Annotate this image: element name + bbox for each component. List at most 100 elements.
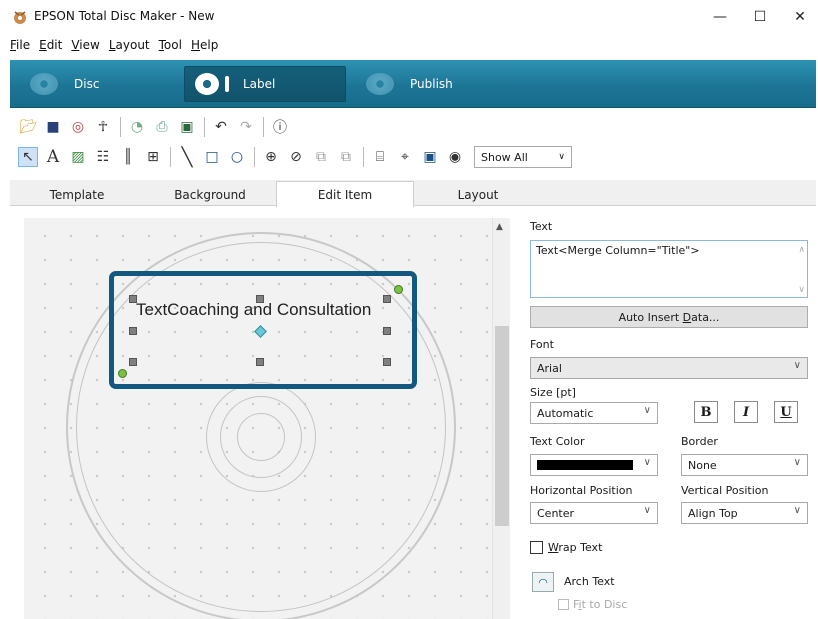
border-select[interactable]: None ∨ [681, 454, 808, 476]
auto-insert-data-button[interactable]: Auto Insert Data... [530, 306, 808, 328]
fit-to-disc-label: Fit to Disc [573, 598, 628, 611]
text-input[interactable]: Text<Merge Column="Title"> ∧ ∨ [530, 240, 808, 298]
printer-icon[interactable]: ⎙ [152, 117, 172, 137]
horizontal-position-label: Horizontal Position [530, 484, 633, 497]
fit-to-disc-checkbox[interactable] [558, 599, 569, 610]
distribute-icon[interactable]: ⊘ [286, 147, 306, 167]
text-item[interactable]: TextCoaching and Consultation [136, 300, 371, 320]
menu-edit[interactable]: Edit [39, 38, 62, 52]
underline-button[interactable]: U [774, 401, 798, 423]
disc-view-icon[interactable]: ◉ [445, 147, 465, 167]
close-button[interactable]: ✕ [786, 6, 814, 28]
chevron-down-icon: ∨ [643, 457, 651, 468]
align-icon[interactable]: ⊕ [261, 147, 281, 167]
canvas-vertical-scrollbar[interactable]: ▲ [492, 218, 510, 619]
export-icon[interactable]: ▣ [177, 117, 197, 137]
app-icon [14, 11, 26, 24]
toolbar-separator [204, 117, 205, 137]
toolbar-separator [254, 147, 255, 167]
size-select-value: Automatic [537, 406, 594, 420]
ellipse-tool-icon[interactable]: ○ [227, 147, 247, 167]
font-select[interactable]: Arial ∨ [530, 357, 808, 379]
frame-icon[interactable]: ▣ [420, 147, 440, 167]
text-tool-icon[interactable]: A [43, 147, 63, 167]
toolbar-separator [263, 117, 264, 137]
edit-item-panel: Text Text<Merge Column="Title"> ∧ ∨ Auto… [518, 210, 818, 619]
resize-handle-middle-left[interactable] [129, 327, 137, 335]
redo-icon[interactable]: ↷ [236, 117, 256, 137]
tab-background[interactable]: Background [144, 183, 276, 206]
settings-icon[interactable]: ☥ [93, 117, 113, 137]
rotate-handle-bottom[interactable] [118, 369, 127, 378]
rectangle-tool-icon[interactable]: □ [202, 147, 222, 167]
horizontal-position-select[interactable]: Center ∨ [530, 502, 658, 524]
text-color-select[interactable]: ∨ [530, 454, 658, 476]
label-canvas[interactable]: TextCoaching and Consultation [24, 218, 492, 619]
label-disc-icon [195, 73, 219, 95]
maximize-button[interactable]: ☐ [746, 6, 774, 28]
tab-template[interactable]: Template [10, 183, 144, 206]
resize-handle-bottom-left[interactable] [129, 358, 137, 366]
font-select-value: Arial [537, 361, 562, 375]
font-label: Font [530, 338, 554, 351]
show-all-dropdown[interactable]: Show All ∨ [474, 146, 572, 168]
resize-handle-top-center[interactable] [256, 295, 264, 303]
save-icon[interactable]: ■ [43, 117, 63, 137]
bring-front-icon[interactable]: ⧉ [311, 147, 331, 167]
arch-text-icon[interactable]: ◠ [532, 572, 554, 592]
resize-handle-bottom-center[interactable] [256, 358, 264, 366]
line-tool-icon[interactable]: ╲ [177, 147, 197, 168]
text-input-value: Text<Merge Column="Title"> [536, 244, 700, 257]
toolbar-separator [170, 147, 171, 167]
help-icon[interactable]: ⓘ [270, 117, 290, 137]
resize-handle-top-right[interactable] [383, 295, 391, 303]
wrap-text-checkbox[interactable] [530, 541, 543, 554]
menu-tool[interactable]: Tool [159, 38, 182, 52]
vertical-position-label: Vertical Position [681, 484, 769, 497]
undo-icon[interactable]: ↶ [211, 117, 231, 137]
pen-icon [225, 76, 229, 92]
size-label: Size [pt] [530, 386, 576, 399]
chevron-down-icon: ∨ [643, 505, 651, 516]
size-select[interactable]: Automatic ∨ [530, 402, 658, 424]
tab-layout[interactable]: Layout [414, 183, 542, 206]
disc-print-icon[interactable]: ◔ [127, 117, 147, 137]
tab-bar: Template Background Edit Item Layout [10, 180, 816, 207]
qr-code-icon[interactable]: ☷ [93, 147, 113, 167]
open-icon[interactable]: 📂︎ [18, 117, 38, 137]
bold-button[interactable]: B [694, 401, 718, 423]
table-icon[interactable]: ⊞ [143, 147, 163, 167]
rotate-handle-top[interactable] [394, 285, 403, 294]
mode-disc-button[interactable]: Disc [30, 60, 99, 108]
tab-edit-item[interactable]: Edit Item [276, 181, 414, 207]
image-tool-icon[interactable]: ▨ [68, 147, 88, 167]
resize-handle-top-left[interactable] [129, 295, 137, 303]
mode-publish-button[interactable]: Publish [366, 60, 453, 108]
chevron-down-icon: ∨ [643, 405, 651, 416]
send-back-icon[interactable]: ⧉ [336, 147, 356, 167]
wrap-text-label[interactable]: Wrap Text [548, 541, 602, 554]
scroll-down-icon: ∨ [798, 285, 805, 295]
scroll-up-arrow-icon[interactable]: ▲ [496, 222, 503, 232]
barcode-icon[interactable]: ║ [118, 147, 138, 167]
menu-view[interactable]: View [71, 38, 99, 52]
vertical-position-select[interactable]: Align Top ∨ [681, 502, 808, 524]
resize-handle-middle-right[interactable] [383, 327, 391, 335]
menu-file[interactable]: File [10, 38, 30, 52]
minimize-button[interactable]: — [706, 6, 734, 28]
menu-help[interactable]: Help [191, 38, 218, 52]
arch-text-label: Arch Text [564, 575, 615, 588]
select-arrow-icon[interactable]: ↖ [18, 147, 38, 167]
italic-button[interactable]: I [734, 401, 758, 423]
menu-layout[interactable]: Layout [109, 38, 150, 52]
border-label: Border [681, 435, 718, 448]
main-toolbar: 📂︎ ■ ◎ ☥ ◔ ⎙ ▣ ↶ ↷ ⓘ [10, 114, 816, 140]
print-preview-icon[interactable]: ◎ [68, 117, 88, 137]
resize-handle-bottom-right[interactable] [383, 358, 391, 366]
zoom-icon[interactable]: ⌖ [395, 147, 415, 167]
mode-label-button[interactable]: Label [184, 66, 346, 102]
properties-icon[interactable]: ⌸ [370, 147, 390, 167]
border-select-value: None [688, 458, 717, 472]
chevron-down-icon: ∨ [793, 457, 801, 468]
scroll-thumb[interactable] [495, 326, 509, 526]
